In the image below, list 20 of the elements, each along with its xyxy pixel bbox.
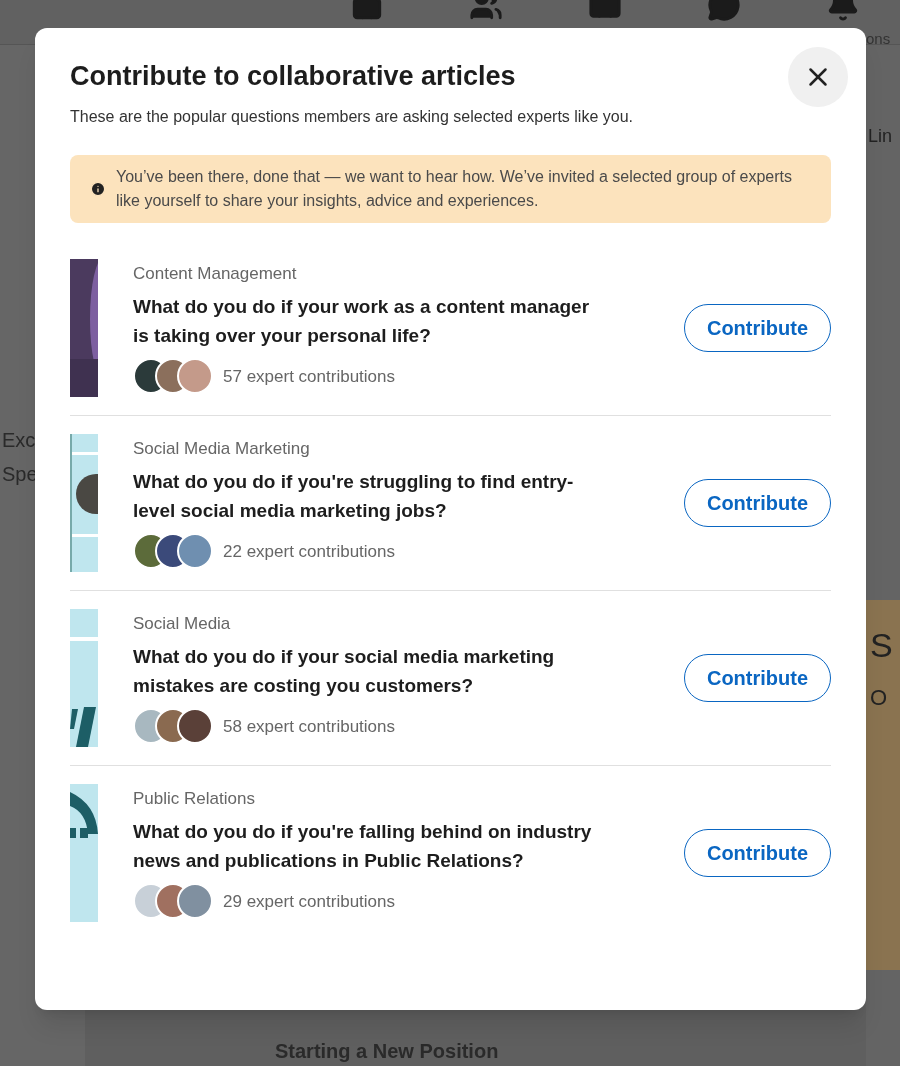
contribution-count: 57 expert contributions <box>223 365 395 388</box>
info-icon <box>90 180 106 197</box>
topic-label: Public Relations <box>133 787 256 810</box>
topic-label: Content Management <box>133 262 298 285</box>
promo-text: S <box>870 625 894 666</box>
contribution-count: 58 expert contributions <box>223 715 395 738</box>
dialog-title: Contribute to collaborative articles <box>70 60 517 93</box>
question-link[interactable]: What do you do if you're struggling to find entry-level social media marketing jobs? <box>133 467 603 526</box>
promo-text: O <box>870 684 889 712</box>
contribution-count: 29 expert contributions <box>223 890 395 913</box>
topic-label: Social Media <box>133 612 232 635</box>
card-text: Exc <box>2 428 37 453</box>
question-link[interactable]: What do you do if you're falling behind on industry news and publications in Public Relations? <box>133 817 603 876</box>
question-link[interactable]: What do you do if your social media marketing mistakes are costing you customers? <box>133 642 603 701</box>
sidebar-heading: Lin <box>868 125 894 148</box>
dialog-subtitle: These are the popular questions members are asking selected experts like you. <box>70 106 634 127</box>
topic-label: Social Media Marketing <box>133 437 311 460</box>
contribution-count: 22 expert contributions <box>223 540 395 563</box>
notice-text: You’ve been there, done that — we want to hear how. We’ve invited a selected group of experts like yourself to share your insights, advice and experiences. <box>116 166 793 211</box>
question-link[interactable]: What do you do if your work as a content manager is taking over your personal life? <box>133 292 603 351</box>
